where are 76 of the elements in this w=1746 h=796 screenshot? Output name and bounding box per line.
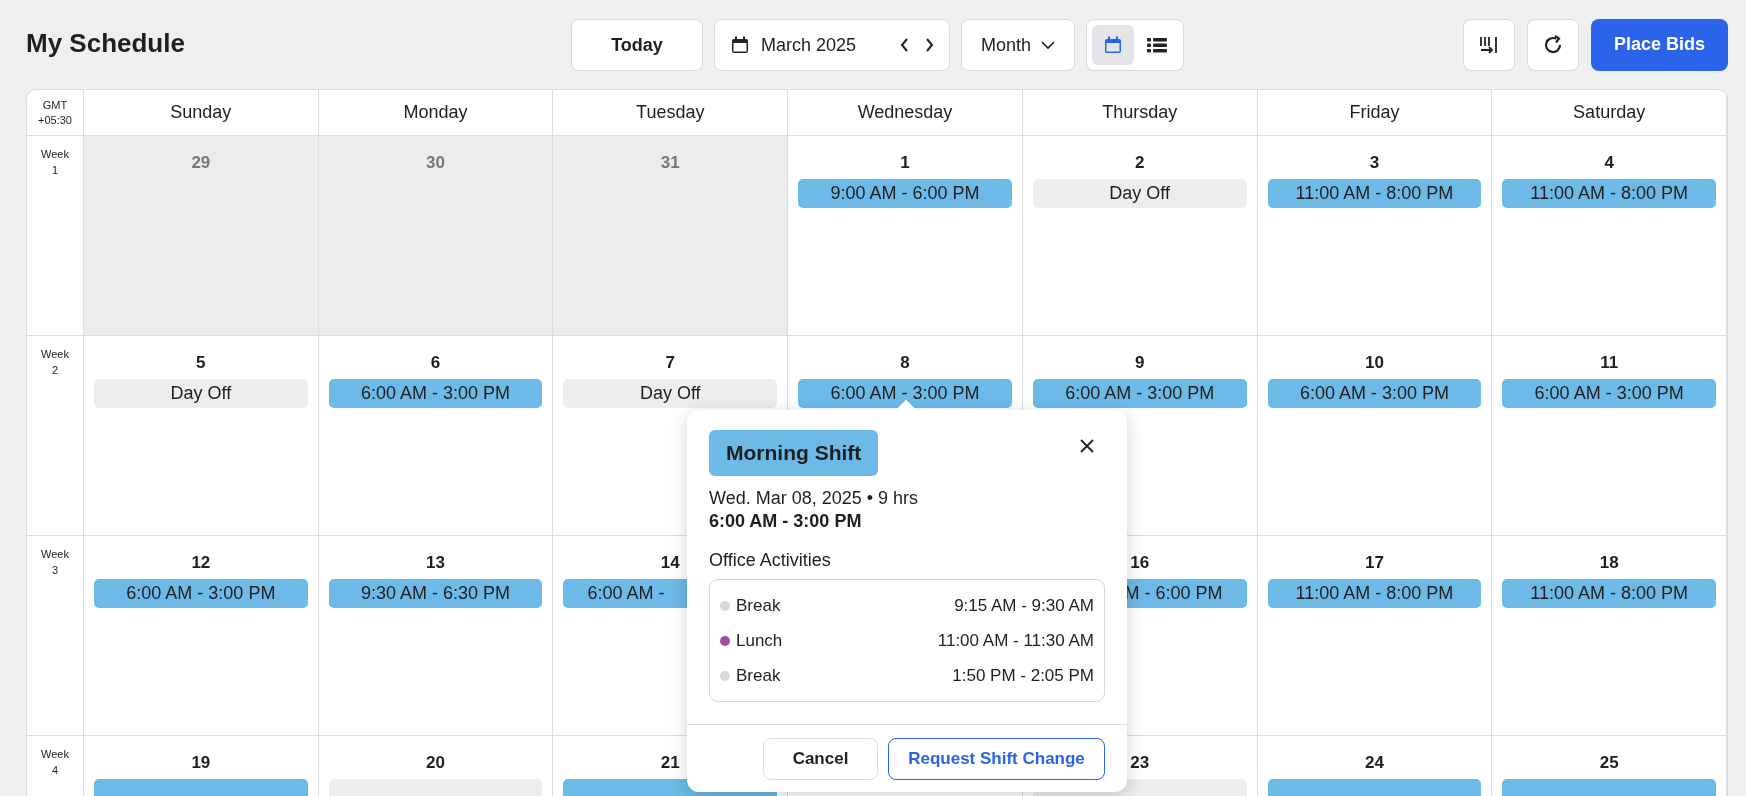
date-number: 11 (1600, 353, 1619, 373)
list-icon (1147, 37, 1167, 53)
date-number: 20 (426, 753, 445, 773)
date-number: 14 (660, 553, 680, 573)
shift-pill[interactable]: 11:00 AM - 8:00 PM (1502, 179, 1716, 208)
date-number: 12 (191, 553, 211, 573)
calendar-view-button[interactable] (1092, 25, 1134, 65)
date-number: 3 (1369, 153, 1380, 173)
date-number: 9 (1134, 353, 1145, 373)
caret-icon (1041, 40, 1055, 50)
date-number: 31 (660, 153, 680, 173)
weekday-header: Friday (1257, 90, 1493, 136)
date-number: 29 (191, 153, 211, 173)
week-label: Week 1 (41, 147, 69, 178)
date-number: 18 (1599, 553, 1619, 573)
shift-date: Wed. Mar 08, 2025 • 9 hrs (709, 488, 920, 509)
week-label: Week 2 (41, 347, 69, 378)
refresh-icon (1542, 33, 1564, 56)
shift-pill[interactable]: 9:30 AM - 6:30 PM (328, 579, 543, 608)
shift-tag: Morning Shift (709, 430, 879, 476)
weekday-header: Thursday (1022, 90, 1258, 136)
shift-pill[interactable]: Day Off (1032, 179, 1247, 208)
timezone-label: GMT +05:30 (27, 90, 84, 136)
date-number: 16 (1130, 553, 1150, 573)
calendar-icon (1104, 36, 1122, 54)
date-number: 17 (1364, 553, 1384, 573)
shift-pill[interactable]: 6:00 AM - 3:00 PM (798, 379, 1012, 408)
cancel-button[interactable]: Cancel (763, 737, 878, 780)
date-number: 19 (191, 753, 211, 773)
refresh-button[interactable] (1527, 18, 1579, 71)
date-number: 10 (1364, 353, 1384, 373)
date-number: 2 (1134, 153, 1145, 173)
activity-name: Break (736, 665, 781, 686)
date-number: 25 (1599, 753, 1619, 773)
shift-pill[interactable]: 6:00 AM - 3:00 PM (1502, 379, 1716, 408)
shift-pill[interactable]: 11:00 AM - 8:00 PM (1267, 579, 1482, 608)
view-dropdown[interactable]: Month (961, 19, 1075, 71)
request-shift-change-button[interactable]: Request Shift Change (888, 737, 1105, 780)
date-number: 7 (665, 353, 675, 373)
week-label: Week 3 (41, 547, 69, 578)
place-bids-button[interactable]: Place Bids (1591, 18, 1728, 71)
shift-pill[interactable]: 11:00 AM - 8:00 PM (1502, 579, 1716, 608)
week-label: Week 4 (41, 747, 69, 778)
previous-icon[interactable] (899, 37, 911, 53)
shift-pill[interactable]: 6:00 AM - 3:00 PM (94, 579, 308, 608)
section-title: Office Activities (709, 550, 832, 571)
date-number: 1 (900, 153, 910, 173)
columns-button[interactable] (1463, 18, 1515, 71)
date-number: 24 (1364, 753, 1384, 773)
shift-pill[interactable]: 6:00 AM - 3:00 PM (1267, 379, 1482, 408)
date-number: 4 (1604, 153, 1614, 173)
weekday-header: Wednesday (788, 90, 1023, 136)
date-number: 30 (426, 153, 445, 173)
activity-name: Lunch (736, 630, 783, 651)
period-label: March 2025 (761, 34, 857, 56)
activity-time: 11:00 AM - 11:30 AM (937, 630, 1094, 651)
date-number: 21 (660, 753, 680, 773)
date-number: 23 (1130, 753, 1150, 773)
date-number: 6 (430, 353, 441, 373)
shift-pill[interactable]: 9:00 AM - 6:00 PM (798, 179, 1012, 208)
date-number: 5 (196, 353, 206, 373)
shift-pill[interactable]: 6:00 AM - 3:00 PM (328, 379, 543, 408)
date-number: 13 (426, 553, 445, 573)
shift-pill[interactable]: 6:00 AM - 3:00 PM (1032, 379, 1247, 408)
shift-time: 6:00 AM - 3:00 PM (709, 511, 863, 532)
calendar-icon (731, 36, 749, 54)
today-button[interactable]: Today (571, 19, 703, 71)
shift-pill[interactable]: Day Off (94, 379, 308, 408)
page-title: My Schedule (26, 28, 185, 59)
close-icon[interactable] (1079, 438, 1095, 454)
activity-time: 1:50 PM - 2:05 PM (952, 665, 1094, 686)
shift-pill[interactable]: Day Off (563, 379, 778, 408)
shift-pill[interactable]: 11:00 AM - 8:00 PM (1267, 179, 1482, 208)
weekday-header: Saturday (1492, 90, 1727, 136)
date-number: 8 (900, 353, 910, 373)
next-icon[interactable] (923, 37, 935, 53)
